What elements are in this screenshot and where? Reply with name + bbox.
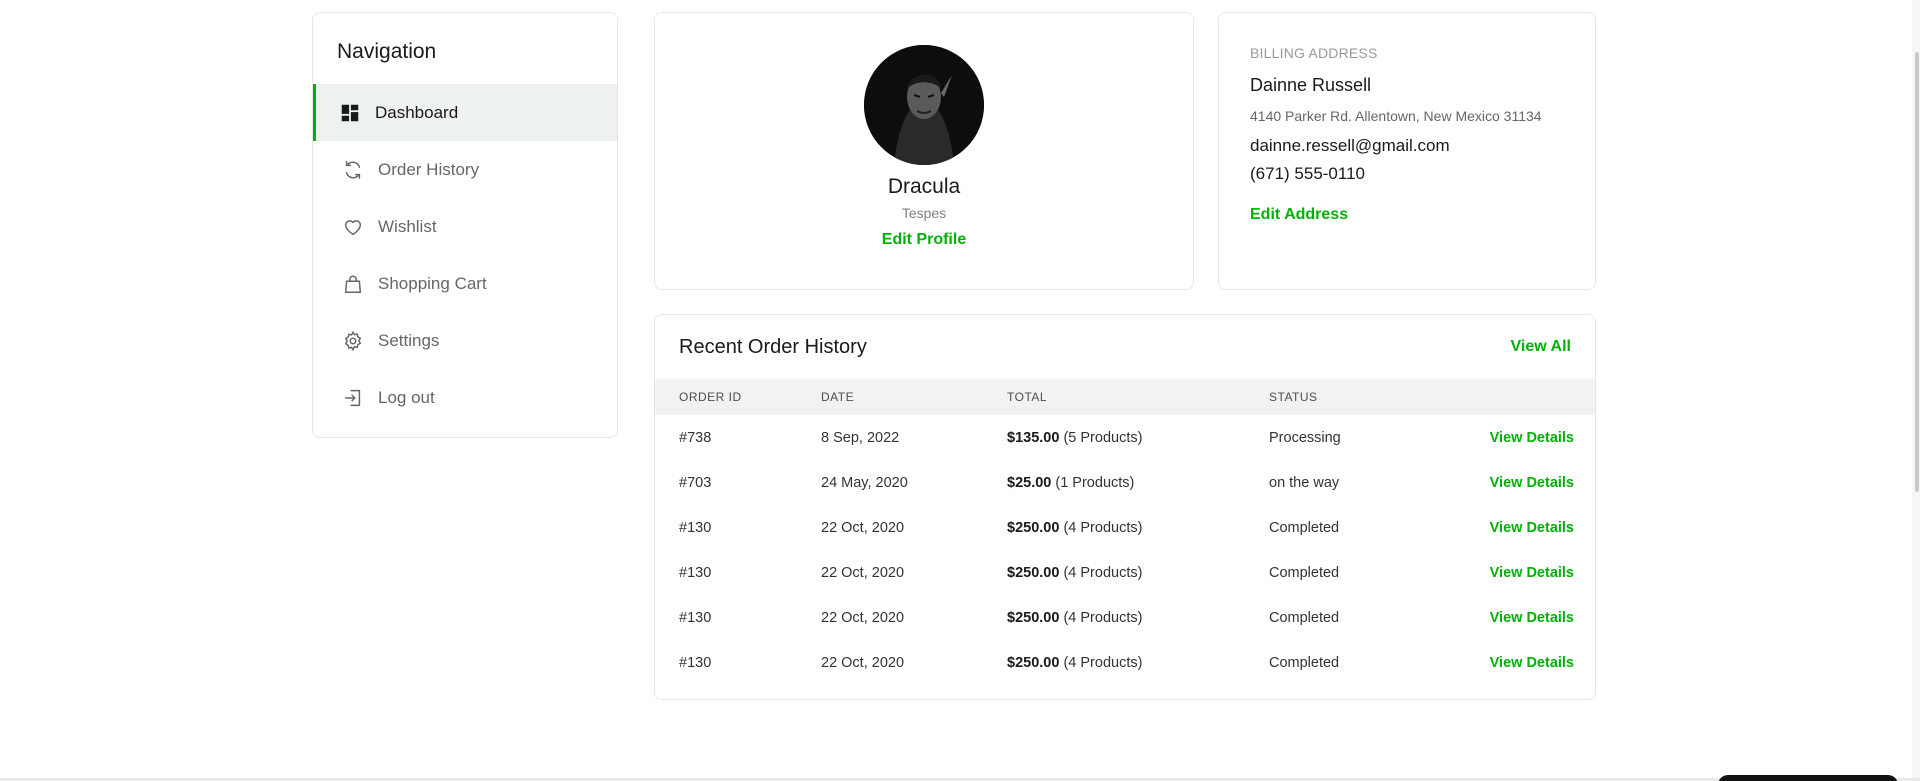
order-status: on the way [1269, 474, 1340, 491]
billing-phone: (671) 555-0110 [1250, 164, 1365, 183]
profile-role: Tespes [901, 205, 947, 221]
order-status: Completed [1269, 609, 1340, 626]
order-id: #130 [679, 519, 712, 536]
order-date: 22 Oct, 2020 [821, 564, 905, 581]
table-row: #130 22 Oct, 2020 $250.00 (4 Products) C… [655, 505, 1595, 550]
order-date: 22 Oct, 2020 [821, 609, 905, 626]
scrollbar-thumb[interactable] [1915, 52, 1919, 492]
order-id: #738 [679, 429, 712, 446]
order-total: $25.00 (1 Products) [1007, 475, 1269, 491]
logout-icon [341, 386, 365, 410]
table-row: #130 22 Oct, 2020 $250.00 (4 Products) C… [655, 550, 1595, 595]
sidebar-item-label: Wishlist [378, 216, 437, 236]
dashboard-icon [338, 101, 362, 125]
order-product-count: (1 Products) [1055, 474, 1135, 491]
order-product-count: (4 Products) [1063, 609, 1143, 626]
avatar [864, 45, 984, 165]
scrollbar[interactable] [1912, 0, 1920, 781]
order-total: $250.00 (4 Products) [1007, 610, 1269, 626]
order-total-amount: $250.00 [1007, 654, 1060, 671]
column-header-total: TOTAL [1007, 390, 1048, 404]
orders-title: Recent Order History [679, 335, 867, 358]
order-date: 22 Oct, 2020 [821, 654, 905, 671]
table-row: #130 22 Oct, 2020 $250.00 (4 Products) C… [655, 595, 1595, 640]
order-status: Completed [1269, 654, 1340, 671]
order-id: #130 [679, 654, 712, 671]
order-status: Processing [1269, 429, 1341, 446]
view-details-link[interactable]: View Details [1490, 430, 1574, 446]
order-product-count: (4 Products) [1063, 654, 1143, 671]
sidebar-item-label: Settings [378, 330, 440, 350]
sidebar-item-settings[interactable]: Settings [313, 312, 617, 369]
chat-widget-button[interactable] [1718, 775, 1898, 781]
order-status: Completed [1269, 519, 1340, 536]
order-id: #130 [679, 609, 712, 626]
view-details-link[interactable]: View Details [1490, 475, 1574, 491]
view-details-link[interactable]: View Details [1490, 520, 1574, 536]
orders-header: Recent Order History View All [655, 315, 1595, 379]
shopping-bag-icon [341, 272, 365, 296]
table-row: #703 24 May, 2020 $25.00 (1 Products) on… [655, 460, 1595, 505]
order-total-amount: $25.00 [1007, 474, 1052, 491]
order-product-count: (4 Products) [1063, 564, 1143, 581]
billing-address-label: BILLING ADDRESS [1250, 45, 1378, 61]
sidebar-item-shopping-cart[interactable]: Shopping Cart [313, 255, 617, 312]
view-details-link[interactable]: View Details [1490, 610, 1574, 626]
order-date: 8 Sep, 2022 [821, 429, 900, 446]
sidebar-item-dashboard[interactable]: Dashboard [313, 84, 617, 141]
sidebar-item-label: Shopping Cart [378, 273, 487, 293]
order-total: $250.00 (4 Products) [1007, 655, 1269, 671]
order-total: $250.00 (4 Products) [1007, 520, 1269, 536]
table-header: ORDER ID DATE TOTAL STATUS [655, 379, 1595, 415]
profile-card: Dracula Tespes Edit Profile [654, 12, 1194, 290]
order-total-amount: $135.00 [1007, 429, 1060, 446]
view-all-link[interactable]: View All [1511, 338, 1571, 356]
sidebar-item-label: Order History [378, 159, 480, 179]
order-date: 24 May, 2020 [821, 474, 908, 491]
recent-order-history: Recent Order History View All ORDER ID D… [654, 314, 1596, 700]
order-total: $250.00 (4 Products) [1007, 565, 1269, 581]
table-row: #738 8 Sep, 2022 $135.00 (5 Products) Pr… [655, 415, 1595, 460]
order-product-count: (5 Products) [1063, 429, 1143, 446]
sidebar-item-wishlist[interactable]: Wishlist [313, 198, 617, 255]
order-total-amount: $250.00 [1007, 609, 1060, 626]
column-header-order-id: ORDER ID [679, 390, 742, 404]
order-product-count: (4 Products) [1063, 519, 1143, 536]
sidebar-item-logout[interactable]: Log out [313, 369, 617, 426]
view-details-link[interactable]: View Details [1490, 565, 1574, 581]
edit-profile-link[interactable]: Edit Profile [882, 231, 966, 249]
billing-street-address: 4140 Parker Rd. Allentown, New Mexico 31… [1250, 108, 1542, 124]
billing-name: Dainne Russell [1250, 75, 1372, 95]
sidebar-navigation: Navigation Dashboard Order History Wishl… [312, 12, 618, 438]
order-id: #130 [679, 564, 712, 581]
profile-name: Dracula [887, 175, 961, 198]
order-total-amount: $250.00 [1007, 519, 1060, 536]
order-status: Completed [1269, 564, 1340, 581]
dashboard-page: Navigation Dashboard Order History Wishl… [0, 0, 1920, 781]
gear-icon [341, 329, 365, 353]
column-header-status: STATUS [1269, 390, 1318, 404]
order-total: $135.00 (5 Products) [1007, 430, 1269, 446]
column-header-date: DATE [821, 390, 855, 404]
billing-address-card: BILLING ADDRESS Dainne Russell 4140 Park… [1218, 12, 1596, 290]
table-row: #130 22 Oct, 2020 $250.00 (4 Products) C… [655, 640, 1595, 685]
billing-email: dainne.ressell@gmail.com [1250, 136, 1450, 155]
order-date: 22 Oct, 2020 [821, 519, 905, 536]
sidebar-item-order-history[interactable]: Order History [313, 141, 617, 198]
heart-icon [341, 215, 365, 239]
order-id: #703 [679, 474, 712, 491]
order-total-amount: $250.00 [1007, 564, 1060, 581]
sidebar-title: Navigation [337, 40, 437, 63]
sidebar-item-label: Log out [378, 387, 435, 407]
edit-address-link[interactable]: Edit Address [1250, 206, 1348, 224]
sidebar-item-label: Dashboard [375, 102, 459, 122]
refresh-icon [341, 158, 365, 182]
view-details-link[interactable]: View Details [1490, 655, 1574, 671]
